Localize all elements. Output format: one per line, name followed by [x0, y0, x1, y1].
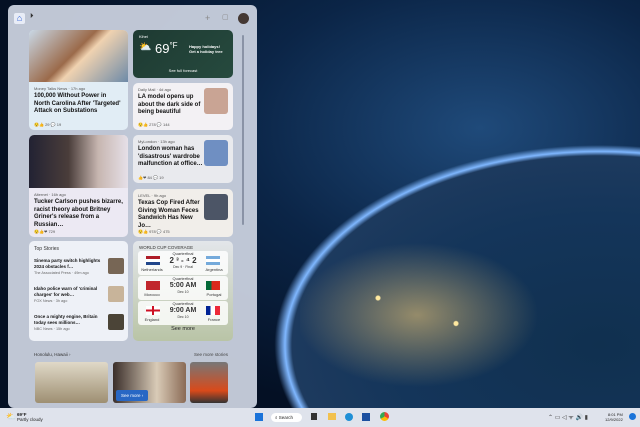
avatar[interactable]: [238, 13, 249, 24]
reactions[interactable]: 😲👍 278 💬 144: [138, 122, 170, 127]
local-story-image[interactable]: [35, 362, 108, 403]
reactions[interactable]: 😲👍❤ 729: [34, 229, 55, 234]
news-thumbnail: [204, 140, 228, 166]
notification-icon[interactable]: [629, 413, 636, 420]
news-thumbnail: [204, 194, 228, 220]
argentina-flag: [206, 256, 220, 265]
match-row[interactable]: Quarterfinal 9:00 AM England France Dec …: [138, 301, 228, 325]
widgets-header: ⌂ ⏵ + ▢: [8, 5, 257, 31]
story-thumbnail: [108, 314, 124, 330]
morocco-flag: [146, 281, 160, 290]
wallpaper-city-lights: [300, 230, 560, 400]
search-box[interactable]: ⌕ Search: [271, 413, 302, 422]
news-title: 100,000 Without Power in North Carolina …: [34, 93, 121, 114]
see-more-link[interactable]: See more: [133, 326, 233, 332]
temperature: 69: [155, 41, 170, 56]
store-icon[interactable]: [362, 413, 370, 421]
news-card[interactable]: LEVEL · 9h ago Texas Cop Fired After Giv…: [133, 189, 233, 237]
play-icon[interactable]: ⏵: [30, 13, 34, 21]
news-thumbnail: [204, 88, 228, 114]
story-item[interactable]: Sinema party switch highlights 2024 obst…: [34, 258, 124, 280]
partly-cloudy-icon: ⛅: [139, 42, 152, 53]
task-view-icon[interactable]: [311, 413, 317, 420]
scrollbar[interactable]: [242, 35, 244, 225]
match-row[interactable]: Quarterfinal 2 ³ - ⁴ 2 Netherlands Argen…: [138, 251, 228, 275]
weather-location: Kihei: [139, 34, 148, 39]
chrome-icon[interactable]: [380, 412, 389, 421]
file-explorer-icon[interactable]: [328, 413, 336, 420]
partly-cloudy-icon: ⛅: [6, 412, 16, 421]
portugal-flag: [206, 281, 220, 290]
local-title[interactable]: Honolulu, Hawaii ›: [34, 352, 71, 357]
news-title: LA model opens up about the dark side of…: [138, 94, 201, 115]
world-cup-title: WORLD CUP COVERAGE: [139, 245, 194, 250]
local-story-image[interactable]: See more ›: [113, 362, 186, 403]
weather-widget-button[interactable]: 69°F Partly cloudy: [17, 412, 43, 422]
reactions[interactable]: 😲👍 29 💬 19: [34, 122, 61, 127]
weather-card[interactable]: Kihei ⛅ 69°F Happy holidays! Get a holida…: [133, 30, 233, 78]
local-story-image[interactable]: [190, 362, 228, 403]
story-thumbnail: [108, 258, 124, 274]
news-card[interactable]: Alternet · 16h ago Tucker Carlson pushes…: [29, 135, 128, 237]
news-title: Texas Cop Fired After Giving Woman Feces…: [138, 200, 200, 229]
england-flag: [146, 306, 160, 315]
news-image: [29, 30, 128, 82]
expand-icon[interactable]: ▢: [222, 13, 229, 21]
news-title: Tucker Carlson pushes bizarre, racist th…: [34, 199, 123, 228]
top-stories-card: Top Stories Sinema party switch highligh…: [29, 241, 128, 341]
news-title: London woman has 'disastrous' wardrobe m…: [138, 146, 203, 167]
france-flag: [206, 306, 220, 315]
taskbar: ⛅ 69°F Partly cloudy ⌕ Search ⌃ ▭ ◁ ᯤ 🔊 ▮…: [0, 408, 640, 427]
top-stories-title: Top Stories: [34, 246, 60, 252]
plus-icon[interactable]: +: [205, 13, 210, 23]
story-item[interactable]: Once a mighty engine, Britain today sees…: [34, 314, 124, 336]
reactions[interactable]: 👍❤ 84 💬 19: [138, 175, 164, 180]
match-row[interactable]: Quarterfinal 5:00 AM Morocco Portugal De…: [138, 276, 228, 300]
news-card[interactable]: MyLondon · 13h ago London woman has 'dis…: [133, 135, 233, 183]
news-card[interactable]: Money Talks News · 17h ago 100,000 Witho…: [29, 30, 128, 130]
netherlands-flag: [146, 256, 160, 265]
news-image: [29, 135, 128, 188]
system-tray-icons[interactable]: ⌃ ▭ ◁ ᯤ 🔊 ▮: [548, 413, 588, 421]
clock[interactable]: 8:01 PM 12/9/2022: [605, 412, 623, 422]
world-cup-card: WORLD CUP COVERAGE Quarterfinal 2 ³ - ⁴ …: [133, 241, 233, 341]
home-icon[interactable]: ⌂: [14, 13, 25, 24]
story-thumbnail: [108, 286, 124, 302]
story-item[interactable]: Idaho police warn of 'criminal charges' …: [34, 286, 124, 308]
news-card[interactable]: Daily Mail · 4d ago LA model opens up ab…: [133, 83, 233, 130]
see-full-forecast-link[interactable]: See full forecast: [133, 68, 233, 73]
see-more-button[interactable]: See more ›: [116, 390, 149, 401]
see-more-stories-link[interactable]: See more stories: [194, 352, 228, 357]
start-button[interactable]: [255, 413, 263, 421]
edge-icon[interactable]: [345, 413, 353, 421]
reactions[interactable]: 😲👍 978 💬 475: [138, 229, 170, 234]
widgets-panel: ⌂ ⏵ + ▢ Money Talks News · 17h ago 100,0…: [8, 5, 257, 408]
